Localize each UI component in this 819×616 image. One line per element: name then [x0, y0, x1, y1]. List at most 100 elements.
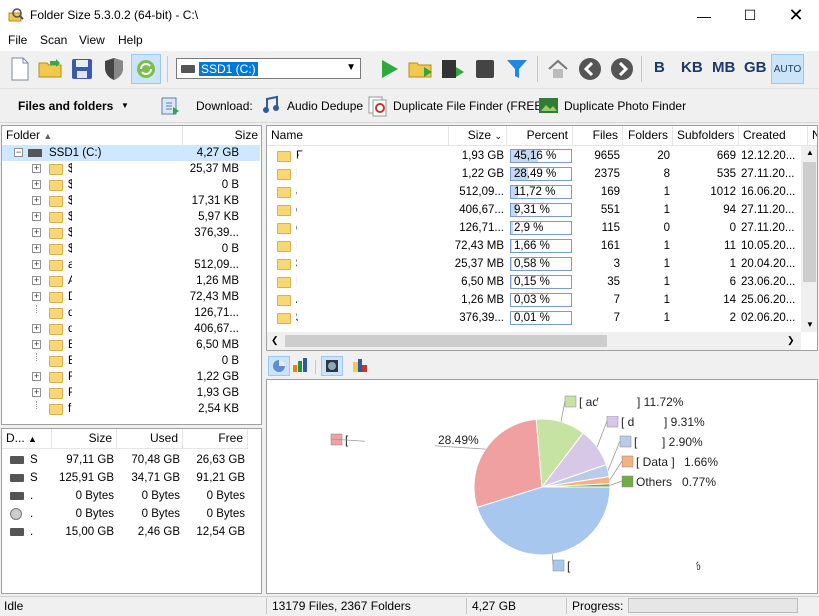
tree-row[interactable]: +F1,22 GB: [2, 369, 260, 385]
unit-gb-button[interactable]: GB: [744, 59, 767, 76]
pie-chart-icon[interactable]: [268, 356, 290, 376]
expand-icon[interactable]: +: [32, 228, 41, 237]
column-header-more[interactable]: N: [808, 126, 817, 146]
tree-row[interactable]: d126,71...: [2, 305, 260, 321]
legend-label: Others: [636, 475, 672, 489]
tree-row[interactable]: f 2,54 KB: [2, 401, 260, 417]
tree-row[interactable]: +$V5,97 KB: [2, 209, 260, 225]
list-row-size: 72,43 MB: [454, 240, 504, 252]
column-header-files[interactable]: Files: [573, 126, 623, 146]
column-header-subfolders[interactable]: Subfolders: [673, 126, 739, 146]
column-header-created[interactable]: Created: [739, 126, 808, 146]
expand-icon[interactable]: +: [32, 180, 41, 189]
tree-row[interactable]: +D72,43 MB: [2, 289, 260, 305]
export-icon[interactable]: [159, 95, 181, 120]
drive-row-used: 34,71 GB: [131, 472, 180, 484]
tree-row[interactable]: +$A25,37 MB: [2, 161, 260, 177]
column-header-size[interactable]: Size: [183, 126, 261, 146]
horizontal-scrollbar[interactable]: ❮ ❯: [267, 332, 801, 350]
drive-row[interactable]: . 0 Bytes 0 Bytes 0 Bytes: [2, 487, 261, 505]
drive-row[interactable]: S 125,91 GB 34,71 GB 91,21 GB: [2, 469, 261, 487]
bar-chart-icon[interactable]: [292, 357, 308, 376]
audio-dedupe-icon[interactable]: [261, 95, 283, 120]
expand-icon[interactable]: +: [32, 324, 41, 333]
shield-icon[interactable]: [99, 54, 129, 84]
duplicate-file-finder-icon[interactable]: [367, 95, 389, 120]
open-folder-icon[interactable]: [36, 54, 66, 84]
column-header-drive-size[interactable]: Size: [52, 429, 117, 449]
drive-row[interactable]: S 97,11 GB 70,48 GB 26,63 GB: [2, 451, 261, 469]
menu-help[interactable]: Help: [118, 33, 143, 47]
sort-asc-icon: ▲: [43, 131, 53, 141]
expand-icon[interactable]: +: [32, 340, 41, 349]
forward-arrow-icon[interactable]: [607, 54, 637, 84]
refresh-icon[interactable]: [131, 54, 161, 84]
chart-settings-icon[interactable]: [352, 357, 368, 376]
tree-row[interactable]: +ac512,09...: [2, 257, 260, 273]
expand-icon[interactable]: +: [32, 388, 41, 397]
expand-icon[interactable]: +: [32, 292, 41, 301]
tree-row[interactable]: +E6,50 MB: [2, 337, 260, 353]
play-icon[interactable]: [374, 54, 404, 84]
tree-row[interactable]: +$(0 B: [2, 177, 260, 193]
audio-dedupe-link[interactable]: Audio Dedupe: [287, 99, 363, 113]
chevron-down-icon[interactable]: ▼: [121, 101, 129, 110]
save-icon[interactable]: [67, 54, 97, 84]
column-header-list-size[interactable]: Size ⌄: [449, 126, 507, 146]
back-arrow-icon[interactable]: [575, 54, 605, 84]
minimize-button[interactable]: —: [681, 0, 727, 31]
new-icon[interactable]: [5, 54, 35, 84]
expand-icon[interactable]: +: [32, 372, 41, 381]
menu-file[interactable]: File: [8, 33, 27, 47]
expand-icon[interactable]: +: [32, 260, 41, 269]
unit-kb-button[interactable]: KB: [681, 59, 703, 76]
stop-icon[interactable]: [470, 54, 500, 84]
chart-mode-icon[interactable]: [321, 356, 343, 376]
maximize-button[interactable]: ☐: [727, 0, 773, 31]
expand-icon[interactable]: +: [32, 196, 41, 205]
drive-row[interactable]: . 15,00 GB 2,46 GB 12,54 GB: [2, 523, 261, 541]
home-icon[interactable]: [543, 54, 573, 84]
tree-row[interactable]: +$0 B: [2, 241, 260, 257]
filter-icon[interactable]: [502, 54, 532, 84]
expand-icon[interactable]: +: [32, 164, 41, 173]
column-header-free[interactable]: Free: [183, 429, 248, 449]
unit-bytes-button[interactable]: B: [654, 59, 665, 76]
tree-row[interactable]: +$F17,31 KB: [2, 193, 260, 209]
drive-row[interactable]: . 0 Bytes 0 Bytes 0 Bytes: [2, 505, 261, 523]
duplicate-photo-finder-icon[interactable]: [538, 95, 560, 120]
duplicate-photo-finder-link[interactable]: Duplicate Photo Finder: [564, 99, 686, 113]
column-header-percent[interactable]: Percent: [507, 126, 573, 146]
column-header-folders[interactable]: Folders: [623, 126, 673, 146]
tree-row[interactable]: +$V376,39...: [2, 225, 260, 241]
close-button[interactable]: ✕: [773, 0, 819, 31]
tree-row[interactable]: +F1,93 GB: [2, 385, 260, 401]
unit-mb-button[interactable]: MB: [712, 59, 735, 76]
column-header-name[interactable]: Name: [267, 126, 449, 146]
list-row-size: 6,50 MB: [461, 276, 504, 288]
scan-folder-icon[interactable]: [406, 54, 436, 84]
column-header-drive[interactable]: D... ▲: [2, 429, 52, 449]
tree-row[interactable]: E0 B: [2, 353, 260, 369]
collapse-icon[interactable]: −: [14, 148, 23, 157]
expand-icon[interactable]: +: [32, 212, 41, 221]
duplicate-file-finder-link[interactable]: Duplicate File Finder (FREE): [393, 99, 546, 113]
column-header-used[interactable]: Used: [117, 429, 183, 449]
legend-leader-line: [609, 480, 623, 486]
expand-icon[interactable]: +: [32, 244, 41, 253]
list-row-size: 126,71...: [459, 222, 504, 234]
drive-select[interactable]: SSD1 (C:) ▼: [176, 58, 361, 79]
tree-row[interactable]: +A1,26 MB: [2, 273, 260, 289]
column-header-folder[interactable]: Folder ▲: [2, 126, 183, 146]
expand-icon[interactable]: +: [32, 276, 41, 285]
vertical-scrollbar[interactable]: ▲ ▼: [801, 146, 817, 332]
menu-view[interactable]: View: [79, 33, 105, 47]
tree-root-row[interactable]: − SSD1 (C:) 4,27 GB: [2, 145, 260, 161]
tree-row[interactable]: +d406,67...: [2, 321, 260, 337]
unit-auto-button[interactable]: AUTO: [771, 54, 804, 84]
menu-scan[interactable]: Scan: [40, 33, 67, 47]
files-and-folders-dropdown[interactable]: Files and folders: [18, 99, 113, 113]
list-row-folders: 1: [663, 240, 670, 252]
pie-chart: [ 45.16%[ 28.49%[ ade] 11.72%[ d] 9.31%[…: [330, 394, 718, 580]
scan-drive-icon[interactable]: [438, 54, 468, 84]
